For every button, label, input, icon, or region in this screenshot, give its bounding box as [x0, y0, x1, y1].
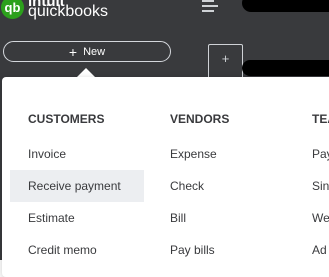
menu-item-expense[interactable]: Expense	[170, 138, 217, 170]
team-header: TEA	[312, 112, 329, 126]
menu-item-credit-memo[interactable]: Credit memo	[10, 234, 144, 266]
menu-item-bill[interactable]: Bill	[170, 202, 186, 234]
menu-item-team-1[interactable]: Pay	[312, 138, 329, 170]
add-shortcut-button[interactable]: +	[208, 44, 243, 80]
menu-item-check[interactable]: Check	[170, 170, 204, 202]
menu-item-team-3[interactable]: We	[312, 202, 329, 234]
plus-icon: +	[221, 51, 230, 66]
menu-item-team-2[interactable]: Sin	[312, 170, 329, 202]
vendors-header: VENDORS	[170, 112, 230, 126]
menu-item-team-4[interactable]: Ad	[312, 234, 327, 266]
redacted-company-name	[242, 0, 329, 12]
dropdown-caret	[77, 68, 95, 77]
redacted-text	[242, 60, 329, 76]
menu-item-estimate[interactable]: Estimate	[10, 202, 144, 234]
hamburger-menu-icon[interactable]	[202, 0, 218, 13]
menu-item-receive-payment[interactable]: Receive payment	[10, 170, 144, 202]
quickbooks-logo-icon: qb	[1, 0, 24, 19]
menu-item-invoice[interactable]: Invoice	[10, 138, 144, 170]
top-header: +	[186, 0, 329, 84]
customers-header: CUSTOMERS	[28, 112, 105, 126]
new-dropdown-menu: CUSTOMERS Invoice Receive payment Estima…	[2, 77, 329, 277]
new-button[interactable]: + New	[3, 41, 171, 62]
plus-icon: +	[68, 43, 78, 60]
new-button-label: New	[83, 45, 106, 58]
menu-item-pay-bills[interactable]: Pay bills	[170, 234, 215, 266]
logo-text-quickbooks: quickbooks	[28, 3, 109, 20]
